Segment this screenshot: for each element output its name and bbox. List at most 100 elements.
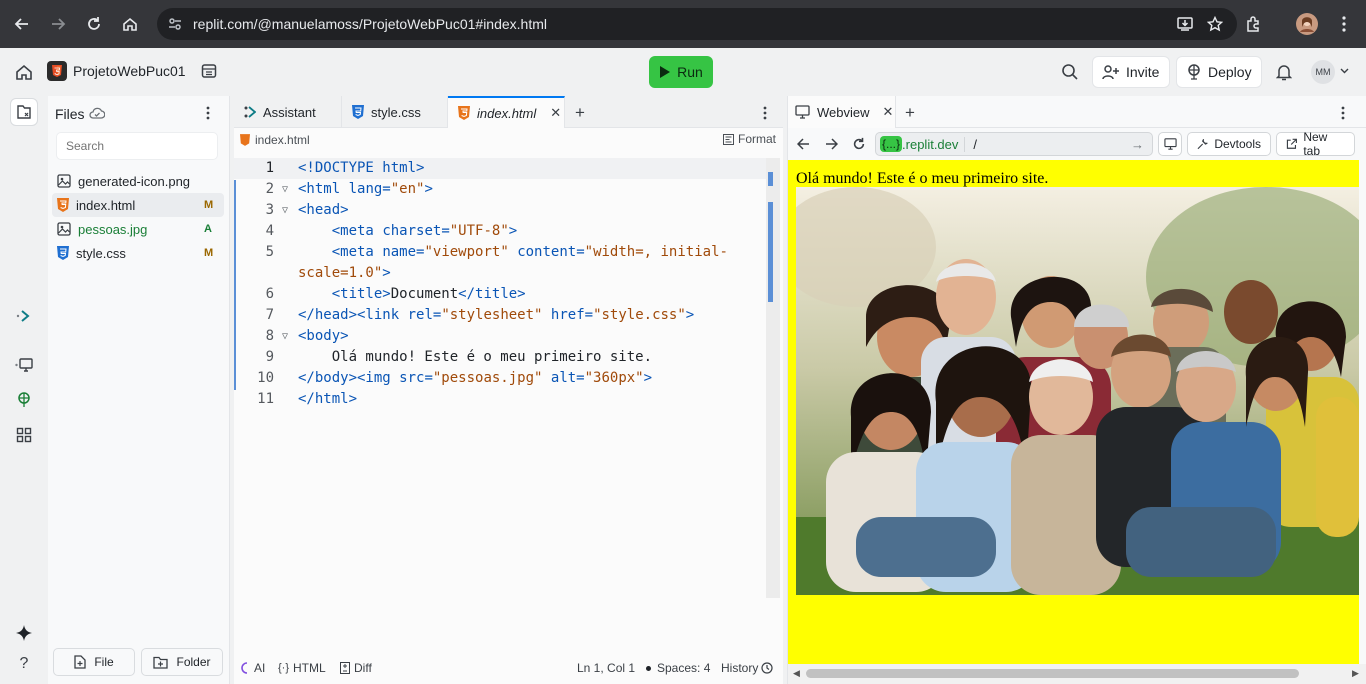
close-tab-icon[interactable]: ✕: [883, 104, 894, 120]
line-number: 5: [265, 244, 274, 260]
project-info-icon[interactable]: [201, 63, 217, 79]
browser-menu-icon[interactable]: [1330, 10, 1358, 38]
deployments-tool-icon[interactable]: [10, 386, 38, 414]
invite-button[interactable]: Invite: [1092, 56, 1170, 88]
webview-navbar: {...} .replit.dev / → Devtools New tab: [788, 128, 1366, 160]
tab-assistant[interactable]: Assistant: [234, 96, 342, 128]
scroll-right-arrow-icon[interactable]: ▶: [1352, 668, 1359, 679]
editor-scrollbar[interactable]: [766, 158, 780, 598]
profile-avatar[interactable]: [1293, 10, 1321, 38]
dot-icon: [646, 665, 651, 671]
file-name: pessoas.jpg: [78, 221, 148, 237]
file-item-index-html[interactable]: index.html M: [52, 193, 224, 217]
tab-index-html[interactable]: index.html ✕: [448, 96, 565, 128]
domain-badge: {...}: [880, 136, 903, 152]
back-icon[interactable]: [797, 138, 810, 150]
home-icon[interactable]: [116, 10, 144, 38]
all-tools-grid-icon[interactable]: [10, 421, 38, 449]
fold-chevron-icon[interactable]: ▽: [282, 331, 288, 342]
webview-address-bar[interactable]: {...} .replit.dev / →: [875, 132, 1153, 156]
html-file-icon: [458, 106, 470, 120]
help-icon[interactable]: ?: [10, 650, 38, 678]
home-icon[interactable]: [15, 63, 33, 81]
fold-chevron-icon[interactable]: ▽: [282, 184, 288, 195]
back-icon[interactable]: [8, 10, 36, 38]
indentation-button[interactable]: Spaces: 4: [646, 661, 710, 675]
code-line: <title>Document</title>: [331, 286, 526, 302]
play-icon: [660, 66, 671, 78]
language-button[interactable]: {·} HTML: [278, 661, 326, 675]
preview-tool-icon[interactable]: [10, 351, 38, 379]
line-number: 4: [265, 223, 274, 239]
reload-icon[interactable]: [80, 10, 108, 38]
editor-pane: Assistant style.css index.html ✕ + index…: [234, 96, 783, 684]
new-tab-plus-icon[interactable]: +: [905, 103, 915, 123]
rendered-site: Olá mundo! Este é o meu primeiro site.: [788, 160, 1359, 664]
tab-style-css[interactable]: style.css: [342, 96, 448, 128]
install-app-icon[interactable]: [1177, 16, 1193, 32]
search-icon[interactable]: [1061, 63, 1079, 81]
format-icon: [722, 133, 734, 145]
devtools-button[interactable]: Devtools: [1187, 132, 1271, 156]
new-file-button[interactable]: File: [53, 648, 135, 676]
project-name[interactable]: ProjetoWebPuc01: [73, 63, 186, 79]
deploy-label: Deploy: [1208, 64, 1252, 80]
file-item-pessoas-jpg[interactable]: pessoas.jpg A: [52, 217, 224, 241]
fold-chevron-icon[interactable]: ▽: [282, 205, 288, 216]
line-number: 10: [257, 370, 274, 386]
sparkle-icon[interactable]: [10, 619, 38, 647]
format-button[interactable]: Format: [722, 132, 776, 146]
user-avatar[interactable]: MM: [1311, 60, 1335, 84]
go-arrow-icon[interactable]: →: [1131, 137, 1152, 152]
css-file-icon: [57, 246, 69, 260]
file-item-generated-icon[interactable]: generated-icon.png: [52, 169, 224, 193]
chevron-down-icon[interactable]: [1340, 68, 1349, 74]
wrench-icon: [1197, 139, 1208, 150]
tab-webview[interactable]: Webview ✕: [788, 96, 896, 128]
scroll-left-arrow-icon[interactable]: ◀: [793, 668, 800, 679]
new-tab-button[interactable]: New tab: [1276, 130, 1355, 158]
extensions-icon[interactable]: [1240, 10, 1268, 38]
run-button[interactable]: Run: [649, 56, 713, 88]
address-bar[interactable]: replit.com/@manuelamoss/ProjetoWebPuc01#…: [157, 8, 1237, 40]
file-name: style.css: [76, 245, 126, 261]
new-folder-button[interactable]: Folder: [141, 648, 223, 676]
bookmark-star-icon[interactable]: [1207, 16, 1223, 32]
new-tab-plus-icon[interactable]: +: [575, 103, 585, 123]
device-preview-button[interactable]: [1158, 132, 1182, 156]
history-button[interactable]: History: [721, 661, 773, 675]
ai-label: AI: [254, 661, 266, 675]
notifications-bell-icon[interactable]: [1276, 63, 1292, 81]
left-rail: ?: [0, 96, 48, 684]
files-search-input[interactable]: [56, 132, 218, 160]
forward-icon[interactable]: [825, 138, 838, 150]
file-item-style-css[interactable]: style.css M: [52, 241, 224, 265]
line-number: 6: [265, 286, 274, 302]
files-tool-icon[interactable]: [10, 98, 38, 126]
webview-menu-icon[interactable]: [1341, 106, 1345, 120]
file-status: M: [204, 199, 214, 211]
editor-menu-icon[interactable]: [763, 106, 767, 120]
browser-toolbar: replit.com/@manuelamoss/ProjetoWebPuc01#…: [0, 0, 1366, 48]
ai-status-button[interactable]: AI: [240, 661, 265, 675]
file-name: index.html: [76, 197, 136, 213]
new-folder-label: Folder: [176, 655, 211, 669]
cursor-position[interactable]: Ln 1, Col 1: [577, 661, 635, 675]
diff-button[interactable]: Diff: [340, 661, 372, 675]
deploy-button[interactable]: Deploy: [1176, 56, 1262, 88]
code-editor[interactable]: 1 2 3 4 5 6 7 8 9 10 11 ▽ ▽ ▽ <!DOCTYPE …: [234, 158, 766, 628]
webview-horizontal-scrollbar[interactable]: ◀ ▶: [788, 664, 1366, 684]
close-tab-icon[interactable]: ✕: [550, 105, 561, 121]
breadcrumb-file[interactable]: index.html: [255, 133, 310, 147]
scrollbar-thumb[interactable]: [806, 669, 1299, 678]
agent-tool-icon[interactable]: [10, 302, 38, 330]
path-input[interactable]: /: [965, 137, 1131, 152]
site-settings-icon[interactable]: [157, 16, 193, 32]
site-heading-text: Olá mundo! Este é o meu primeiro site.: [796, 170, 1049, 187]
files-menu-icon[interactable]: [206, 106, 210, 120]
spaces-label: Spaces: 4: [657, 661, 711, 675]
reload-icon[interactable]: [852, 137, 866, 151]
forward-icon[interactable]: [44, 10, 72, 38]
add-folder-icon: [153, 656, 169, 669]
tab-label: index.html: [477, 105, 537, 121]
